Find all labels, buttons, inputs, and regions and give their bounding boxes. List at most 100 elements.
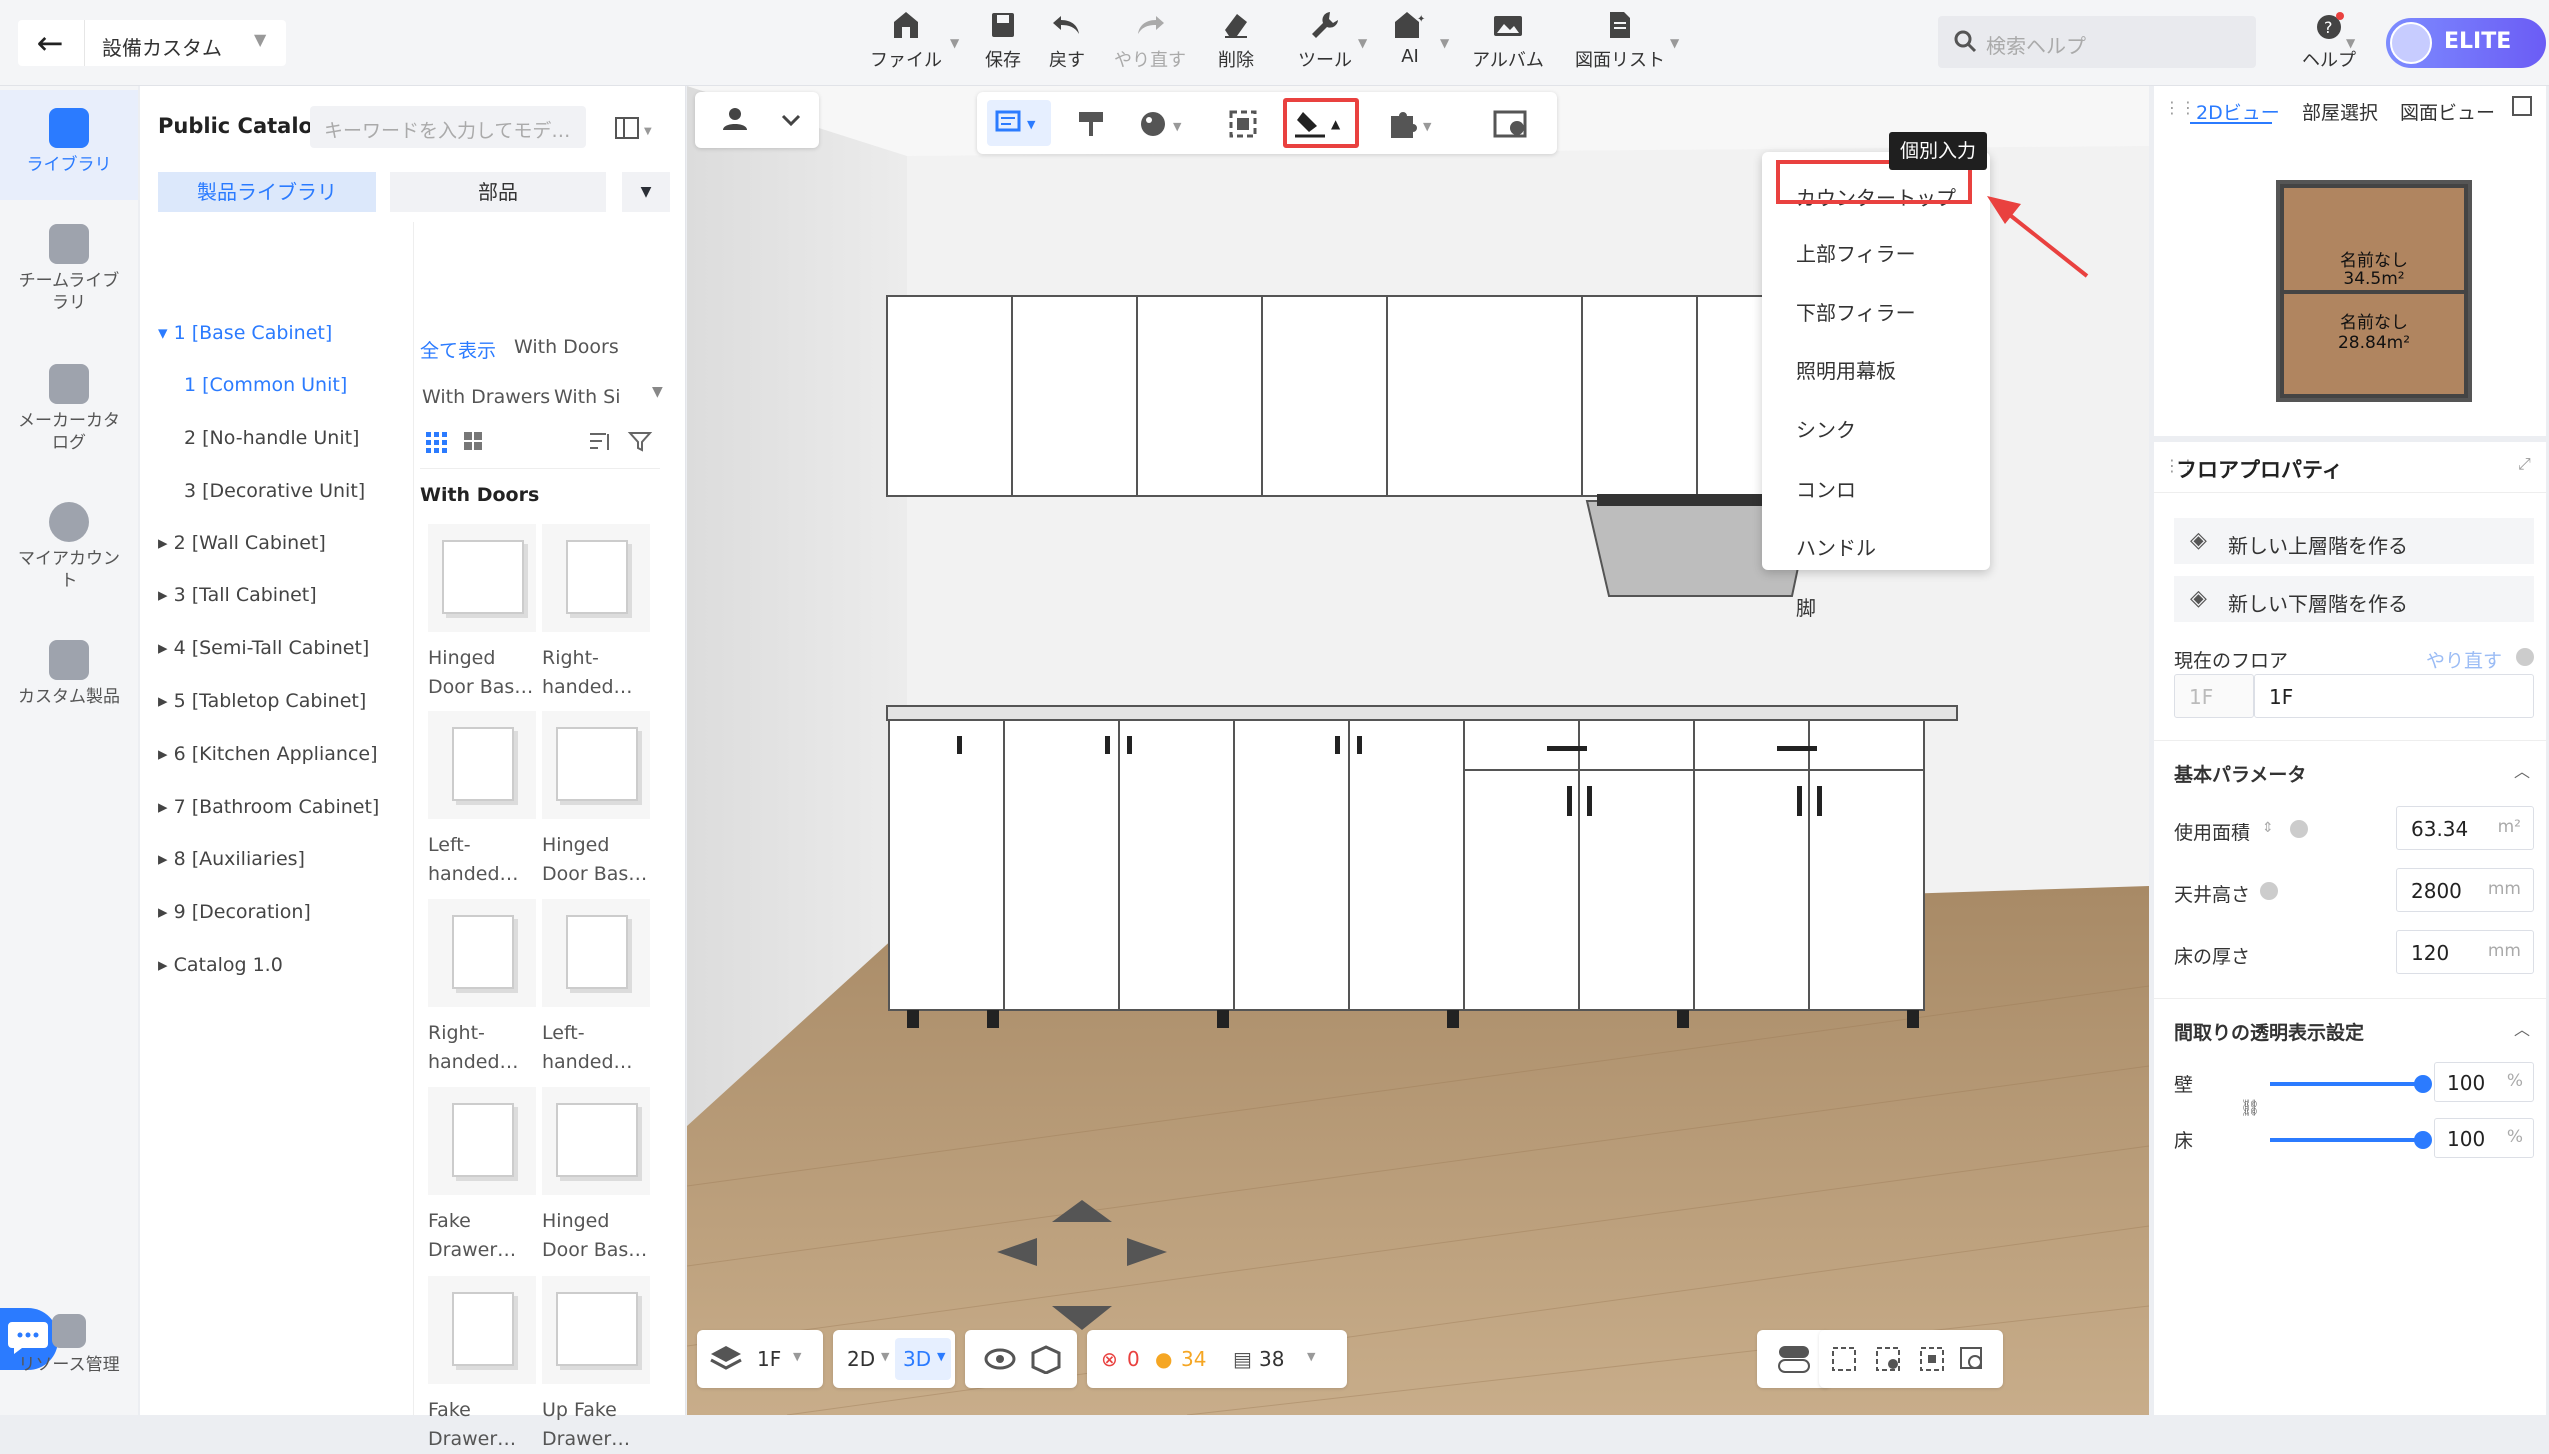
filter-all[interactable]: 全て表示 xyxy=(420,336,496,363)
catalog-search-input[interactable]: キーワードを入力してモデ… xyxy=(310,106,586,148)
chevron-down-icon[interactable]: ▼ xyxy=(1440,36,1449,50)
rail-item-team-library[interactable]: チームライブ ラリ xyxy=(0,216,138,326)
tree-item-tabletop-cabinet[interactable]: ▸ 5 [Tabletop Cabinet] xyxy=(158,690,366,712)
camera-nav-pad[interactable] xyxy=(997,1200,1167,1330)
individual-input-button[interactable]: ▲ xyxy=(1283,98,1359,148)
chevron-down-icon[interactable]: ▼ xyxy=(254,30,266,49)
help-search-input[interactable]: 検索ヘルプ xyxy=(1938,16,2256,68)
floor-transparency-input[interactable]: 100 % xyxy=(2434,1118,2534,1158)
menu-item-lower-filler[interactable]: 下部フィラー xyxy=(1796,297,1916,326)
focus-icon[interactable] xyxy=(1920,1347,1944,1371)
floor-prefix-field[interactable]: 1F xyxy=(2174,674,2254,718)
delete-button[interactable]: 削除 xyxy=(1206,10,1266,72)
tree-item-base-cabinet[interactable]: ▾ 1 [Base Cabinet] xyxy=(158,322,332,344)
ceiling-height-input[interactable]: 2800 mm xyxy=(2396,868,2534,912)
paint-roller-icon[interactable] xyxy=(1073,106,1113,142)
menu-item-sink[interactable]: シンク xyxy=(1796,414,1856,443)
menu-item-light-valance[interactable]: 照明用幕板 xyxy=(1796,355,1896,384)
tab-parts[interactable]: 部品 xyxy=(390,172,606,212)
floor-thickness-input[interactable]: 120 mm xyxy=(2396,930,2534,974)
product-card[interactable]: Left-handed… xyxy=(428,711,538,889)
tree-item-no-handle-unit[interactable]: 2 [No-handle Unit] xyxy=(184,427,359,449)
menu-item-stove[interactable]: コンロ xyxy=(1796,474,1856,503)
room-1[interactable]: 名前なし 34.5m² xyxy=(2284,188,2464,290)
chevron-down-icon[interactable]: ▼ xyxy=(1358,36,1367,50)
menu-item-leg[interactable]: 脚 xyxy=(1796,592,1816,621)
tab-drawing-view[interactable]: 図面ビュー xyxy=(2400,98,2495,125)
menu-item-handle[interactable]: ハンドル xyxy=(1796,532,1876,561)
view-mode-toggle[interactable]: 2D ▼ 3D ▼ xyxy=(833,1330,955,1388)
3d-viewport[interactable]: ▼ ▼ ▲ ▼ カウンタートップ 上部フィラー 下部フィラー 照明用幕板 シンク… xyxy=(687,86,2149,1415)
floorplan-minimap[interactable]: 名前なし 34.5m² 名前なし 28.84m² xyxy=(2276,180,2472,402)
chevron-up-icon[interactable]: ︿ xyxy=(2514,758,2530,782)
mode-2d-button[interactable]: 2D xyxy=(847,1347,875,1371)
link-icon[interactable]: ⛓ xyxy=(2240,1098,2260,1117)
expand-icon[interactable]: ⤢ xyxy=(2518,454,2531,474)
product-card[interactable]: Right-handed… xyxy=(428,899,538,1077)
frame-select-icon[interactable] xyxy=(1223,106,1263,142)
redo-link[interactable]: やり直す xyxy=(2426,646,2502,673)
floor-name-input[interactable]: 1F xyxy=(2254,674,2534,718)
floor-selector[interactable]: 1F ▼ xyxy=(697,1330,823,1388)
chevron-up-icon[interactable]: ︿ xyxy=(2514,1016,2530,1040)
product-card[interactable]: Hinged Door Bas… xyxy=(542,711,652,889)
wall-slider-knob[interactable] xyxy=(2414,1075,2432,1093)
product-card[interactable]: Hinged Door Bas… xyxy=(542,1087,652,1265)
mode-3d-button[interactable]: 3D xyxy=(903,1347,931,1371)
tab-room-select[interactable]: 部屋選択 xyxy=(2302,98,2378,125)
product-card[interactable]: Hinged Door Bas… xyxy=(428,524,538,702)
filter-with-drawers[interactable]: With Drawers xyxy=(422,386,550,408)
wall-transparency-input[interactable]: 100 % xyxy=(2434,1062,2534,1102)
zoom-fit-icon[interactable] xyxy=(1960,1347,1982,1369)
product-card[interactable]: Up Fake Drawer… xyxy=(542,1276,652,1454)
sort-icon[interactable]: ⇕ xyxy=(2262,820,2274,836)
chevron-down-icon[interactable]: ▼ xyxy=(652,384,663,400)
rail-item-my-account[interactable]: マイアカウン ト xyxy=(0,494,138,604)
chevron-down-icon[interactable]: ▼ xyxy=(950,36,959,50)
redo-button[interactable]: やり直す xyxy=(1110,10,1190,72)
material-palette-icon[interactable]: ▼ xyxy=(1137,106,1193,142)
rail-item-library[interactable]: ライブラリ xyxy=(0,90,138,200)
product-card[interactable]: Fake Drawer… xyxy=(428,1276,538,1454)
file-button[interactable]: ファイル xyxy=(866,10,946,72)
puzzle-icon[interactable]: ▼ xyxy=(1383,106,1443,142)
rail-item-custom-product[interactable]: カスタム製品 xyxy=(0,632,138,722)
select-tool-button[interactable]: ▼ xyxy=(987,100,1051,146)
tree-item-bathroom-cabinet[interactable]: ▸ 7 [Bathroom Cabinet] xyxy=(158,796,379,818)
tree-item-semi-tall-cabinet[interactable]: ▸ 4 [Semi-Tall Cabinet] xyxy=(158,637,369,659)
product-card[interactable]: Right-handed… xyxy=(542,524,652,702)
floor-transparency-slider[interactable] xyxy=(2270,1138,2422,1142)
filter-with-sink[interactable]: With Si xyxy=(554,386,621,408)
add-upper-floor-button[interactable]: ◈ 新しい上層階を作る xyxy=(2174,518,2534,564)
tab-product-library[interactable]: 製品ライブラリ xyxy=(158,172,376,212)
screenshot-icon[interactable] xyxy=(1832,1347,1856,1371)
project-selector[interactable]: ← 設備カスタム ▼ xyxy=(18,20,286,66)
area-input[interactable]: 63.34 m² xyxy=(2396,806,2534,850)
tree-item-common-unit[interactable]: 1 [Common Unit] xyxy=(184,374,347,396)
floor-slider-knob[interactable] xyxy=(2414,1131,2432,1149)
setting-frame-icon[interactable] xyxy=(1876,1347,1900,1371)
sort-filter-icon[interactable] xyxy=(580,428,660,456)
display-options[interactable] xyxy=(965,1330,1077,1388)
chevron-down-icon[interactable]: ▼ xyxy=(1670,36,1679,50)
layout-toggle-icon[interactable]: ▼ xyxy=(600,108,670,148)
album-button[interactable]: アルバム xyxy=(1468,10,1548,72)
drawing-list-button[interactable]: 図面リスト xyxy=(1568,10,1672,72)
view-person-selector[interactable] xyxy=(695,92,819,148)
undo-button[interactable]: 戻す xyxy=(1032,10,1102,72)
tree-item-wall-cabinet[interactable]: ▸ 2 [Wall Cabinet] xyxy=(158,532,326,554)
tree-item-auxiliaries[interactable]: ▸ 8 [Auxiliaries] xyxy=(158,848,305,870)
tree-item-tall-cabinet[interactable]: ▸ 3 [Tall Cabinet] xyxy=(158,584,317,606)
rail-item-maker-catalog[interactable]: メーカーカタ ログ xyxy=(0,356,138,466)
chevron-down-icon[interactable]: ▼ xyxy=(2346,36,2355,50)
arrow-left-icon[interactable]: ← xyxy=(32,26,68,60)
room-2[interactable]: 名前なし 28.84m² xyxy=(2284,294,2464,394)
elite-account-badge[interactable]: ELITE xyxy=(2386,18,2546,68)
tree-item-catalog-1-0[interactable]: ▸ Catalog 1.0 xyxy=(158,954,283,976)
catalog-dropdown-button[interactable]: ▼ xyxy=(622,172,670,212)
tree-item-kitchen-appliance[interactable]: ▸ 6 [Kitchen Appliance] xyxy=(158,743,377,765)
ai-button[interactable]: ✦ AI xyxy=(1380,10,1440,72)
status-counter[interactable]: ⊗ 0 ● 34 ▤ 38 ▼ xyxy=(1087,1330,1347,1388)
grid-view-icon[interactable] xyxy=(424,428,484,456)
add-lower-floor-button[interactable]: ◈ 新しい下層階を作る xyxy=(2174,576,2534,622)
